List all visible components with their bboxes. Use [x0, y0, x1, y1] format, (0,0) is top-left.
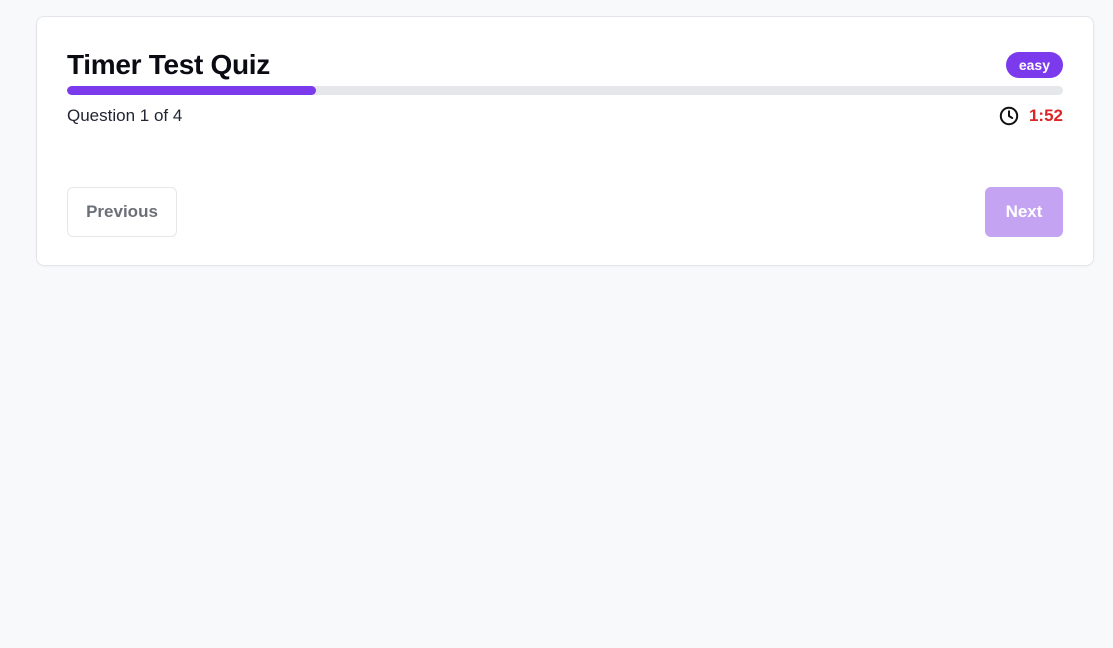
timer-countdown: 1:52: [1028, 106, 1063, 125]
progress-bar-fill: [67, 86, 316, 95]
next-button[interactable]: Next: [985, 187, 1063, 237]
quiz-card: Timer Test Quiz easy Question 1 of 4 1:5…: [36, 16, 1094, 266]
question-counter: Question 1 of 4: [67, 106, 183, 125]
quiz-title: Timer Test Quiz: [67, 49, 270, 80]
quiz-meta: Question 1 of 4 1:52: [67, 104, 1063, 128]
difficulty-badge: easy: [1005, 52, 1063, 78]
timer: 1:52: [999, 106, 1063, 126]
quiz-header: Timer Test Quiz easy: [67, 47, 1063, 83]
progress-bar: [67, 86, 1063, 95]
clock-icon: [999, 106, 1019, 126]
previous-button[interactable]: Previous: [67, 187, 177, 237]
